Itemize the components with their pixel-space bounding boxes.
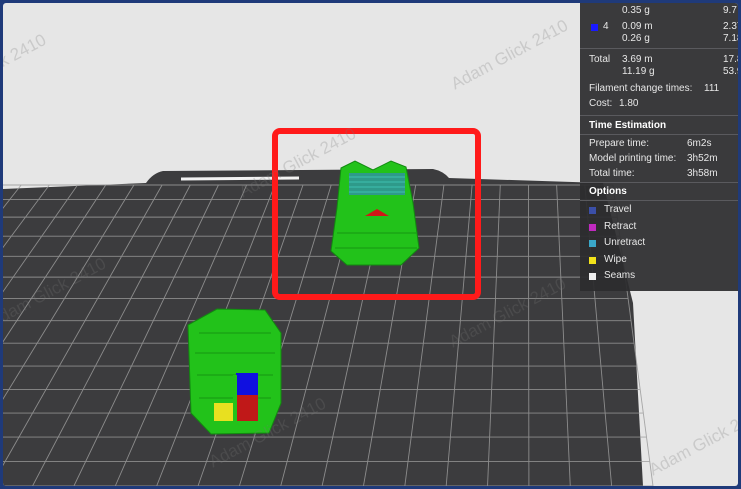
seams-color-swatch xyxy=(589,273,596,280)
divider xyxy=(580,48,738,49)
model-right[interactable] xyxy=(330,160,420,266)
total-time-value: 3h58m xyxy=(687,168,718,179)
partial-row-weight: 0.35 g xyxy=(622,5,650,16)
total-length: 3.69 m xyxy=(622,54,653,65)
prepare-time-value: 6m2s xyxy=(687,138,712,149)
filament-4-extra-weight: 7.18 xyxy=(723,33,738,44)
divider xyxy=(580,115,738,116)
model-printing-time-value: 3h52m xyxy=(687,153,718,164)
model-printing-time-label: Model printing time: xyxy=(589,153,677,164)
prepare-time-label: Prepare time: xyxy=(589,138,650,149)
unretract-color-swatch xyxy=(589,240,596,247)
total-weight: 11.19 g xyxy=(622,66,655,77)
filament-4-label: 4 xyxy=(603,21,609,32)
model-left[interactable] xyxy=(187,308,282,435)
total-time-label: Total time: xyxy=(589,168,635,179)
build-plate xyxy=(3,169,643,486)
partial-row-extra: 9.7 xyxy=(723,5,737,16)
3d-preview-viewport[interactable]: k 2410 Adam Glick 2410 Adam Glick 2410 A… xyxy=(3,3,738,486)
filament-change-label: Filament change times: xyxy=(589,83,693,94)
plate-notch-highlight xyxy=(180,176,300,181)
slice-statistics-panel: 0.35 g 9.7 4 0.09 m 0.26 g 2.37 7.18 Tot… xyxy=(580,3,738,291)
option-unretract-label: Unretract xyxy=(604,237,646,248)
total-extra-length: 17.8 xyxy=(723,54,738,65)
filament-4-extra-length: 2.37 xyxy=(723,21,738,32)
filament-4-length: 0.09 m xyxy=(622,21,653,32)
cost-value: 1.80 xyxy=(619,98,639,109)
option-wipe-label: Wipe xyxy=(604,254,627,265)
filament-change-value: 111 xyxy=(704,83,720,94)
total-extra-weight: 53.9 xyxy=(723,66,738,77)
options-title: Options xyxy=(589,186,627,197)
model-left-red-region xyxy=(236,395,258,421)
retract-color-swatch xyxy=(589,224,596,231)
total-label: Total xyxy=(589,54,611,65)
wipe-color-swatch xyxy=(589,257,596,264)
option-travel-label: Travel xyxy=(604,204,632,215)
travel-color-swatch xyxy=(589,207,596,214)
cost-label: Cost: xyxy=(589,98,613,109)
model-left-blue-region xyxy=(236,373,258,395)
time-estimation-title: Time Estimation xyxy=(589,120,667,131)
option-retract-label: Retract xyxy=(604,221,637,232)
filament-4-swatch xyxy=(591,24,598,31)
option-seams-label: Seams xyxy=(604,270,636,281)
divider xyxy=(580,134,738,135)
filament-4-weight: 0.26 g xyxy=(622,33,650,44)
divider xyxy=(580,182,738,183)
divider xyxy=(580,200,738,201)
model-left-yellow-region xyxy=(214,403,236,421)
